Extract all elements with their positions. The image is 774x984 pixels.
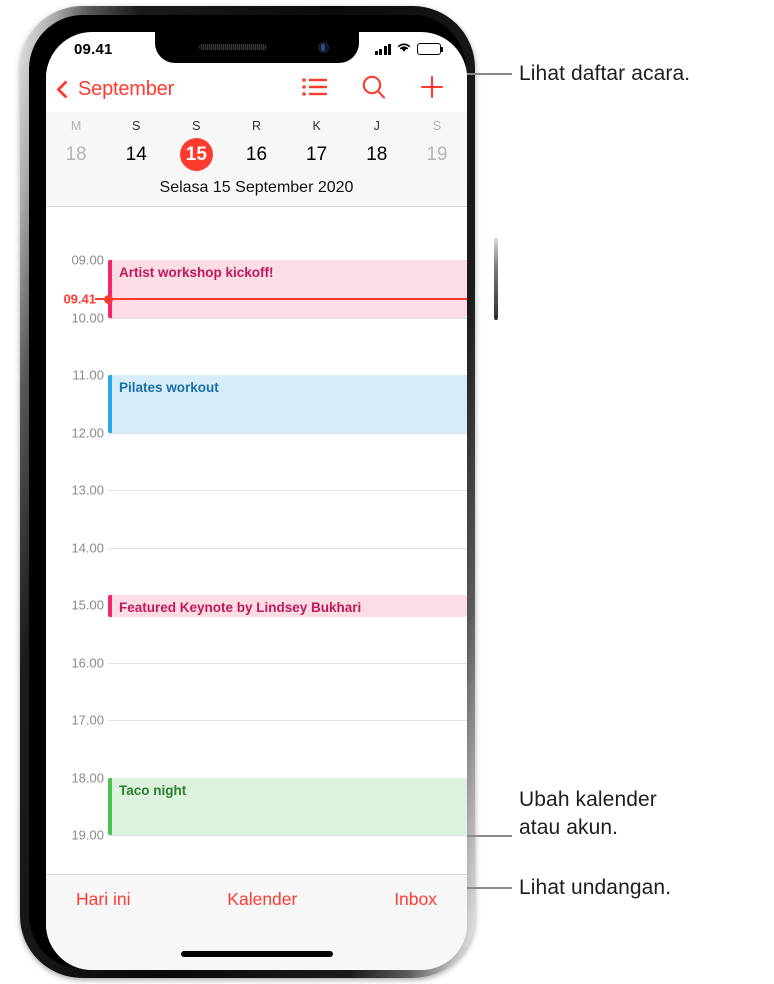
hour-grid-line (108, 490, 467, 491)
week-strip: M S S R K J S 18 14 15 16 17 18 19 Selasa 15 Septemb… (46, 112, 467, 207)
week-day-cell[interactable]: 15 (166, 135, 226, 176)
hour-grid-line (108, 662, 467, 664)
weekday-initial: S (192, 119, 201, 133)
event-color-bar (108, 375, 112, 433)
hour-label: 09.00 (71, 252, 104, 268)
event-title: Featured Keynote by Lindsey Bukhari (119, 600, 362, 616)
weekday-initial: S (432, 119, 442, 133)
week-day-number[interactable]: 18 (60, 138, 93, 171)
week-day-cell[interactable]: 17 (287, 135, 347, 176)
power-button[interactable] (494, 238, 498, 320)
hour-grid-line (108, 720, 467, 721)
day-timeline[interactable]: 09.00 10.00 11.00 12.00 13.00 14.00 15.00 16.00… (46, 236, 467, 874)
wifi-icon (396, 40, 412, 58)
cellular-signal-icon (374, 43, 391, 55)
calendar-event[interactable]: Artist workshop kickoff! (108, 260, 467, 318)
hour-grid-line (108, 432, 467, 434)
weekday-initial: K (312, 119, 321, 133)
hour-label: 10.00 (71, 310, 104, 325)
week-day-number[interactable]: 18 (360, 138, 393, 171)
hour-label: 13.00 (71, 482, 104, 498)
navigation-bar: September (46, 66, 467, 112)
hour-label: 17.00 (71, 712, 104, 728)
calendar-event[interactable]: Featured Keynote by Lindsey Bukhari (108, 595, 467, 618)
status-icons (374, 40, 444, 58)
week-strip-divider (46, 206, 467, 207)
hour-label: 15.00 (71, 597, 104, 613)
list-view-button[interactable] (301, 75, 329, 104)
selected-date-label: Selasa 15 September 2020 (159, 179, 354, 196)
hour-label: 14.00 (71, 540, 104, 555)
week-day-cell[interactable]: 14 (106, 135, 166, 176)
event-title: Artist workshop kickoff! (119, 265, 274, 280)
weekday-initial: R (251, 119, 261, 133)
hour-label: 19.00 (71, 827, 104, 843)
current-time-line (108, 298, 467, 300)
hour-grid-line (108, 835, 467, 836)
week-day-cell[interactable]: 18 (46, 135, 106, 176)
battery-icon (417, 43, 444, 55)
hour-grid-line (108, 547, 467, 549)
back-to-september-button[interactable]: September (54, 78, 301, 101)
weekday-initial: S (132, 119, 141, 133)
hour-label: 18.00 (71, 770, 104, 785)
tab-items: Hari ini Kalender Inbox (46, 875, 467, 910)
week-day-number[interactable]: 17 (300, 138, 333, 171)
event-title: Pilates workout (119, 380, 219, 395)
tab-calendars[interactable]: Kalender (227, 889, 297, 910)
tab-bar: Hari ini Kalender Inbox (46, 874, 467, 970)
current-time-label: 09.41 (63, 291, 96, 307)
back-button-label: September (78, 77, 175, 100)
hour-label: 11.00 (72, 367, 104, 383)
nav-actions (301, 74, 451, 105)
event-color-bar (108, 595, 112, 618)
phone-frame: 09.41 September M S S R K J S 18 14 15 1… (20, 6, 498, 978)
tab-inbox[interactable]: Inbox (394, 889, 437, 910)
status-time: 09.41 (74, 40, 113, 58)
week-day-number[interactable]: 16 (240, 138, 273, 171)
phone-bezel: 09.41 September M S S R K J S 18 14 15 1… (29, 15, 467, 970)
callout-change-calendar-line2: atau akun. (519, 815, 619, 839)
phone-screen: 09.41 September M S S R K J S 18 14 15 1… (46, 32, 467, 970)
week-day-number[interactable]: 19 (420, 138, 453, 171)
weekday-initial: J (373, 119, 380, 133)
weekday-initials-row: MSSRKJS (46, 116, 467, 135)
calendar-event[interactable]: Pilates workout (108, 375, 467, 433)
week-day-number-today[interactable]: 15 (179, 138, 213, 171)
hour-grid-line (108, 317, 467, 319)
event-title: Taco night (119, 782, 187, 798)
hour-label: 12.00 (71, 425, 104, 440)
callout-invitations-text: Lihat undangan. (519, 876, 672, 899)
event-color-bar (108, 777, 112, 835)
hour-label: 16.00 (71, 655, 104, 670)
week-day-cell[interactable]: 18 (347, 135, 407, 176)
status-bar: 09.41 (46, 32, 467, 66)
add-event-button[interactable] (419, 74, 445, 105)
calendar-event[interactable]: Taco night (108, 777, 467, 835)
home-indicator[interactable] (180, 951, 333, 957)
event-color-bar (108, 260, 112, 318)
callout-list-view-text: Lihat daftar acara. (519, 62, 691, 85)
tab-today[interactable]: Hari ini (76, 889, 130, 910)
week-day-cell[interactable]: 16 (226, 135, 286, 176)
callout-change-calendar-line1: Ubah kalender (519, 788, 657, 811)
weekday-initial: M (70, 119, 82, 133)
week-day-cell[interactable]: 19 (407, 135, 467, 176)
week-days-row: 18 14 15 16 17 18 19 (46, 135, 467, 176)
callout-change-calendar-text: Ubah kalender atau akun. (519, 786, 769, 841)
search-button[interactable] (361, 74, 387, 105)
week-day-number[interactable]: 14 (120, 138, 153, 171)
chevron-left-icon (56, 79, 75, 99)
